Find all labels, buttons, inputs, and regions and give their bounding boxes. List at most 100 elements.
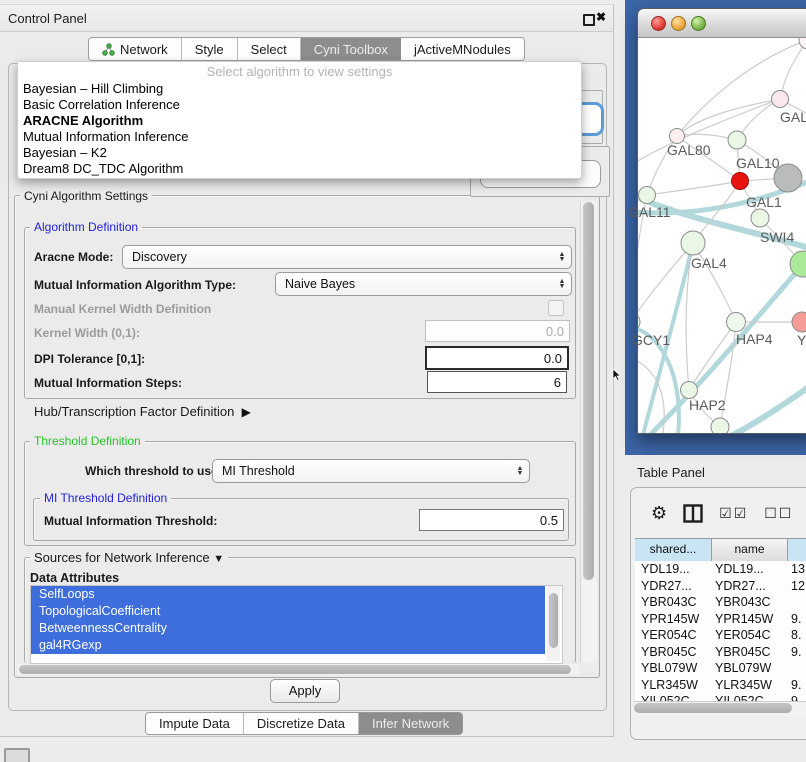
table-row[interactable]: YER054CYER054C8. [635, 627, 806, 644]
threshold-definition-title: Threshold Definition [30, 434, 145, 448]
column-header-name[interactable]: name [712, 539, 788, 561]
select-all-checkboxes-icon[interactable]: ☑☑ [719, 505, 748, 522]
network-window-titlebar[interactable] [638, 9, 806, 38]
hub-definition-toggle[interactable]: Hub/Transcription Factor Definition ▶ [34, 404, 251, 419]
table-row[interactable]: YBR045CYBR045C9. [635, 644, 806, 661]
tab-discretize-data[interactable]: Discretize Data [244, 713, 359, 734]
which-threshold-combobox[interactable]: MI Threshold ▲▼ [212, 459, 530, 483]
sources-title-row[interactable]: Sources for Network Inference ▼ [30, 550, 228, 565]
tab-network-label: Network [120, 42, 168, 57]
minimize-traffic-light[interactable] [671, 16, 686, 31]
dropdown-item-bayesian-k2[interactable]: Bayesian – K2 [18, 145, 581, 161]
edge [647, 181, 740, 195]
combo-spinner-icon: ▲▼ [511, 466, 529, 476]
node-label-hap4: HAP4 [736, 331, 773, 347]
screen: Control Panel ✖ Network Style Select Cyn… [0, 0, 806, 762]
dropdown-placeholder: Select algorithm to view settings [18, 62, 581, 81]
aracne-mode-label: Aracne Mode: [34, 250, 113, 264]
node[interactable] [799, 37, 806, 49]
column-header-shared-name[interactable]: shared... [635, 539, 712, 561]
settings-vscrollbar-thumb[interactable] [583, 202, 594, 580]
table-row[interactable]: YLR345WYLR345W9. [635, 677, 806, 694]
node-hap4[interactable] [727, 313, 746, 332]
tab-jactivemnodules[interactable]: jActiveMNodules [401, 38, 524, 60]
dropdown-item-basic-correlation[interactable]: Basic Correlation Inference [18, 97, 581, 113]
node-label-gal1: GAL1 [746, 194, 782, 210]
close-icon[interactable]: ✖ [596, 10, 606, 24]
data-attributes-label: Data Attributes [30, 571, 119, 585]
kernel-width-field[interactable] [425, 320, 570, 342]
node-gal2[interactable] [772, 91, 789, 108]
tab-network[interactable]: Network [89, 38, 182, 60]
columns-icon[interactable] [683, 504, 703, 523]
control-panel-titlebar: Control Panel ✖ [0, 5, 613, 32]
algorithm-dropdown-list: Select algorithm to view settings Bayesi… [17, 61, 582, 179]
node-salmon[interactable] [792, 312, 806, 332]
control-panel-tabbar: Network Style Select Cyni Toolbox jActiv… [88, 37, 525, 61]
tab-cyni-toolbox[interactable]: Cyni Toolbox [301, 38, 401, 60]
expanded-arrow-icon: ▼ [213, 553, 224, 565]
dropdown-item-dream8[interactable]: Dream8 DC_TDC Algorithm [18, 161, 581, 177]
list-item-selfloops[interactable]: SelfLoops [31, 586, 545, 603]
table-row[interactable]: YDL19...YDL19...13 [635, 561, 806, 578]
bottom-left-corner-icon[interactable] [4, 748, 30, 762]
mi-algorithm-type-combobox[interactable]: Naive Bayes ▲▼ [275, 272, 572, 296]
node-label-swi4: SWI4 [760, 229, 794, 245]
node-label-gal80: GAL80 [667, 142, 711, 158]
table-toolbar: ⚙ ☑☑ ☐☐ [631, 498, 806, 528]
gear-icon[interactable]: ⚙ [651, 503, 667, 524]
algorithm-definition-title: Algorithm Definition [30, 220, 142, 234]
list-item-topologicalcoefficient[interactable]: TopologicalCoefficient [31, 603, 545, 620]
table-hscrollbar-thumb[interactable] [634, 703, 792, 713]
tab-select[interactable]: Select [238, 38, 301, 60]
list-item-gal4rgexp[interactable]: gal4RGexp [31, 637, 545, 654]
apply-button[interactable]: Apply [270, 679, 340, 703]
combo-spinner-icon: ▲▼ [553, 279, 571, 289]
tab-style[interactable]: Style [182, 38, 238, 60]
node-label-gal2: GAL [780, 109, 806, 125]
table-row[interactable]: YPR145WYPR145W9. [635, 611, 806, 628]
settings-hscrollbar-thumb[interactable] [19, 665, 571, 674]
manual-kernel-width-checkbox[interactable] [548, 300, 564, 316]
mi-threshold-field[interactable] [419, 509, 564, 531]
node-gal1[interactable] [732, 173, 749, 190]
dropdown-item-mutual-information[interactable]: Mutual Information Inference [18, 129, 581, 145]
node-gal4[interactable] [681, 231, 705, 255]
node-gal11[interactable] [639, 187, 656, 204]
table-header-row: shared... name [635, 538, 806, 562]
aracne-mode-combobox[interactable]: Discovery ▲▼ [122, 245, 572, 269]
column-header-3[interactable] [788, 539, 806, 561]
float-window-icon[interactable] [583, 14, 595, 26]
mi-algorithm-type-label: Mutual Information Algorithm Type: [34, 278, 236, 292]
dpi-tolerance-field[interactable] [425, 346, 569, 370]
node-swi4[interactable] [751, 209, 769, 227]
tab-infer-network[interactable]: Infer Network [359, 713, 462, 734]
node-hap2[interactable] [681, 382, 698, 399]
dropdown-item-aracne[interactable]: ARACNE Algorithm [18, 113, 581, 129]
table-panel-window: ⚙ ☑☑ ☐☐ shared... name YDL19...YDL19...1… [630, 487, 806, 740]
table-row[interactable]: YBL079WYBL079W [635, 660, 806, 677]
mi-threshold-definition-title: MI Threshold Definition [40, 491, 171, 505]
list-scrollbar-thumb[interactable] [549, 593, 558, 648]
tab-impute-data[interactable]: Impute Data [146, 713, 244, 734]
mi-steps-field[interactable] [427, 371, 567, 393]
data-attributes-list: SelfLoops TopologicalCoefficient Between… [30, 585, 563, 664]
dpi-tolerance-label: DPI Tolerance [0,1]: [34, 352, 145, 366]
zoom-traffic-light[interactable] [691, 16, 706, 31]
table-row[interactable]: YBR043CYBR043C [635, 594, 806, 611]
node[interactable] [711, 418, 729, 433]
close-traffic-light[interactable] [651, 16, 666, 31]
dropdown-item-bayesian-hill-climbing[interactable]: Bayesian – Hill Climbing [18, 81, 581, 97]
kernel-width-label: Kernel Width (0,1): [34, 326, 140, 340]
edge [780, 40, 806, 99]
unselect-all-checkboxes-icon[interactable]: ☐☐ [764, 505, 793, 522]
table-row[interactable]: YIL052CYIL052C9 [635, 693, 806, 701]
table-row[interactable]: YDR27...YDR27...12 [635, 578, 806, 595]
node-label-y: Y [797, 332, 806, 348]
list-item-betweennesscentrality[interactable]: BetweennessCentrality [31, 620, 545, 637]
mouse-cursor [612, 368, 622, 382]
control-panel-title: Control Panel [8, 11, 87, 26]
node-label-hap2: HAP2 [689, 397, 726, 413]
node-gal10[interactable] [728, 131, 746, 149]
network-window[interactable] [637, 8, 806, 434]
